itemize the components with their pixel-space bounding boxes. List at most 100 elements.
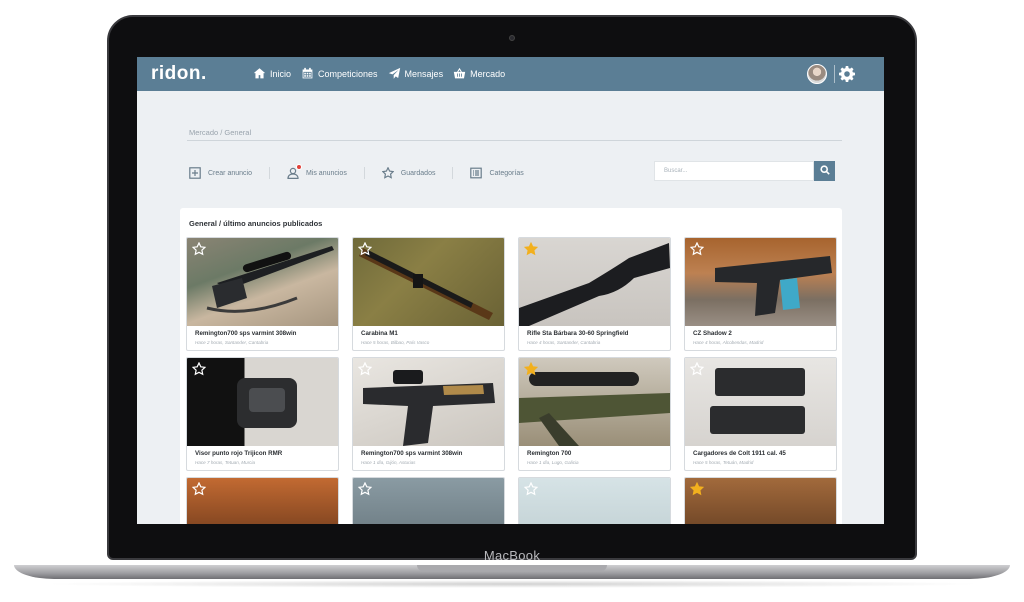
listings-panel: General / último anuncios publicados Rem… xyxy=(180,208,842,524)
listing-photo xyxy=(685,478,836,524)
listing-card[interactable]: Remington 700 Hace 1 día, Lugo, Galicia xyxy=(518,357,671,471)
favorite-star-icon[interactable] xyxy=(191,481,207,496)
tool-label: Crear anuncio xyxy=(208,169,252,177)
listing-title: Remington700 sps varmint 308win xyxy=(195,330,297,337)
device-label: MacBook xyxy=(483,548,541,563)
listing-card[interactable] xyxy=(186,477,339,524)
listing-card[interactable]: Visor punto rojo Trijicon RMR Hace 7 hor… xyxy=(186,357,339,471)
nav-item-mercado[interactable]: Mercado xyxy=(453,67,505,82)
create-listing-button[interactable]: Crear anuncio xyxy=(189,167,270,179)
listing-card[interactable]: Remington700 sps varmint 308win Hace 2 h… xyxy=(186,237,339,351)
app-header: ridon. Inicio Competiciones Mensajes Mer… xyxy=(137,57,884,91)
nav-label: Competiciones xyxy=(318,69,378,79)
favorite-star-icon[interactable] xyxy=(523,481,539,496)
listing-title: CZ Shadow 2 xyxy=(693,330,732,337)
listing-card[interactable] xyxy=(352,477,505,524)
categories-button[interactable]: Categorías xyxy=(470,167,540,179)
favorite-star-icon[interactable] xyxy=(689,481,705,496)
favorite-star-icon[interactable] xyxy=(689,361,705,376)
saved-button[interactable]: Guardados xyxy=(381,166,454,179)
listing-card[interactable]: Cargadores de Colt 1911 cal. 45 Hace 5 h… xyxy=(684,357,837,471)
listing-card[interactable] xyxy=(684,477,837,524)
listing-photo xyxy=(519,478,670,524)
logo[interactable]: ridon. xyxy=(151,63,207,85)
nav-item-mensajes[interactable]: Mensajes xyxy=(388,67,444,82)
listing-photo xyxy=(519,238,670,326)
rifle-scope-photo xyxy=(206,246,334,313)
listing-card[interactable] xyxy=(518,477,671,524)
listing-card[interactable]: Rifle Sta Bárbara 30-60 Springfield Hace… xyxy=(518,237,671,351)
listing-photo xyxy=(353,358,504,446)
listings-grid: Remington700 sps varmint 308win Hace 2 h… xyxy=(186,237,837,524)
nav-label: Mercado xyxy=(470,69,506,79)
favorite-star-icon[interactable] xyxy=(523,361,539,376)
nav-item-inicio[interactable]: Inicio xyxy=(253,67,291,82)
favorite-star-icon[interactable] xyxy=(523,241,539,256)
listing-title: Cargadores de Colt 1911 cal. 45 xyxy=(693,450,786,457)
listing-title: Carabina M1 xyxy=(361,330,398,337)
search-input[interactable]: Buscar... xyxy=(654,161,814,181)
search-button[interactable] xyxy=(814,161,835,181)
favorite-star-icon[interactable] xyxy=(689,241,705,256)
laptop-frame: ridon. Inicio Competiciones Mensajes Mer… xyxy=(0,0,1024,602)
favorite-star-icon[interactable] xyxy=(357,241,373,256)
basket-icon xyxy=(453,67,466,82)
tool-label: Categorías xyxy=(489,169,524,177)
listing-meta: Hace 2 horas, Santander, Cantabria xyxy=(195,340,269,345)
avatar[interactable] xyxy=(807,64,827,84)
user-icon xyxy=(287,164,302,179)
nav-label: Mensajes xyxy=(404,69,444,79)
listing-card[interactable]: Carabina M1 Hace 5 horas, Bilbao, País V… xyxy=(352,237,505,351)
listing-card[interactable]: CZ Shadow 2 Hace 4 horas, Alcobendas, Ma… xyxy=(684,237,837,351)
pistol-photo xyxy=(715,256,832,316)
camera xyxy=(509,35,515,41)
favorite-star-icon[interactable] xyxy=(357,481,373,496)
my-listings-button[interactable]: Mis anuncios xyxy=(287,164,365,179)
calendar-icon xyxy=(301,67,314,82)
nav-label: Inicio xyxy=(270,69,292,79)
listing-meta: Hace 5 horas, Tetuán, Madrid xyxy=(693,460,754,465)
listing-photo xyxy=(187,478,338,524)
breadcrumb[interactable]: Mercado / General xyxy=(189,128,251,137)
magazines-photo xyxy=(710,368,805,434)
listing-photo xyxy=(685,238,836,326)
main-nav: Inicio Competiciones Mensajes Mercado xyxy=(253,57,505,91)
notification-dot xyxy=(295,164,302,170)
listing-photo xyxy=(353,478,504,524)
plus-square-icon xyxy=(189,167,201,179)
listing-meta: Hace 7 horas, Tetuan, Murcia xyxy=(195,460,256,465)
listing-meta: Hace 4 horas, Alcobendas, Madrid xyxy=(693,340,764,345)
listing-meta: Hace 1 día, Gijón, Asturias xyxy=(361,460,416,465)
listing-photo xyxy=(685,358,836,446)
listing-photo xyxy=(353,238,504,326)
list-icon xyxy=(470,167,483,179)
paper-plane-icon xyxy=(388,67,401,82)
listing-meta: Hace 5 horas, Bilbao, País Vasco xyxy=(361,340,430,345)
rifle-stock-photo xyxy=(519,243,670,326)
favorite-star-icon[interactable] xyxy=(191,361,207,376)
favorite-star-icon[interactable] xyxy=(191,241,207,256)
search-icon xyxy=(819,162,830,180)
listing-photo xyxy=(187,238,338,326)
red-dot-sight-photo xyxy=(237,378,297,428)
gear-icon[interactable] xyxy=(839,66,855,82)
favorite-star-icon[interactable] xyxy=(357,361,373,376)
header-divider xyxy=(834,65,835,83)
carbine-photo xyxy=(359,248,493,320)
race-pistol-photo xyxy=(363,370,495,446)
nav-item-competiciones[interactable]: Competiciones xyxy=(301,67,378,82)
listing-photo xyxy=(519,358,670,446)
listing-meta: Hace 1 día, Lugo, Galicia xyxy=(527,460,579,465)
listing-title: Rifle Sta Bárbara 30-60 Springfield xyxy=(527,330,629,337)
scoped-rifle-photo xyxy=(519,372,670,446)
screen: ridon. Inicio Competiciones Mensajes Mer… xyxy=(137,57,884,524)
listing-meta: Hace 4 horas, Santander, Cantabria xyxy=(527,340,601,345)
laptop-shadow xyxy=(40,580,984,588)
laptop-notch xyxy=(417,565,607,571)
listing-title: Remington700 sps varmint 308win xyxy=(361,450,463,457)
listing-title: Visor punto rojo Trijicon RMR xyxy=(195,450,283,457)
home-icon xyxy=(253,67,266,82)
listing-card[interactable]: Remington700 sps varmint 308win Hace 1 d… xyxy=(352,357,505,471)
listing-title: Remington 700 xyxy=(527,450,572,457)
tool-label: Guardados xyxy=(400,169,436,177)
